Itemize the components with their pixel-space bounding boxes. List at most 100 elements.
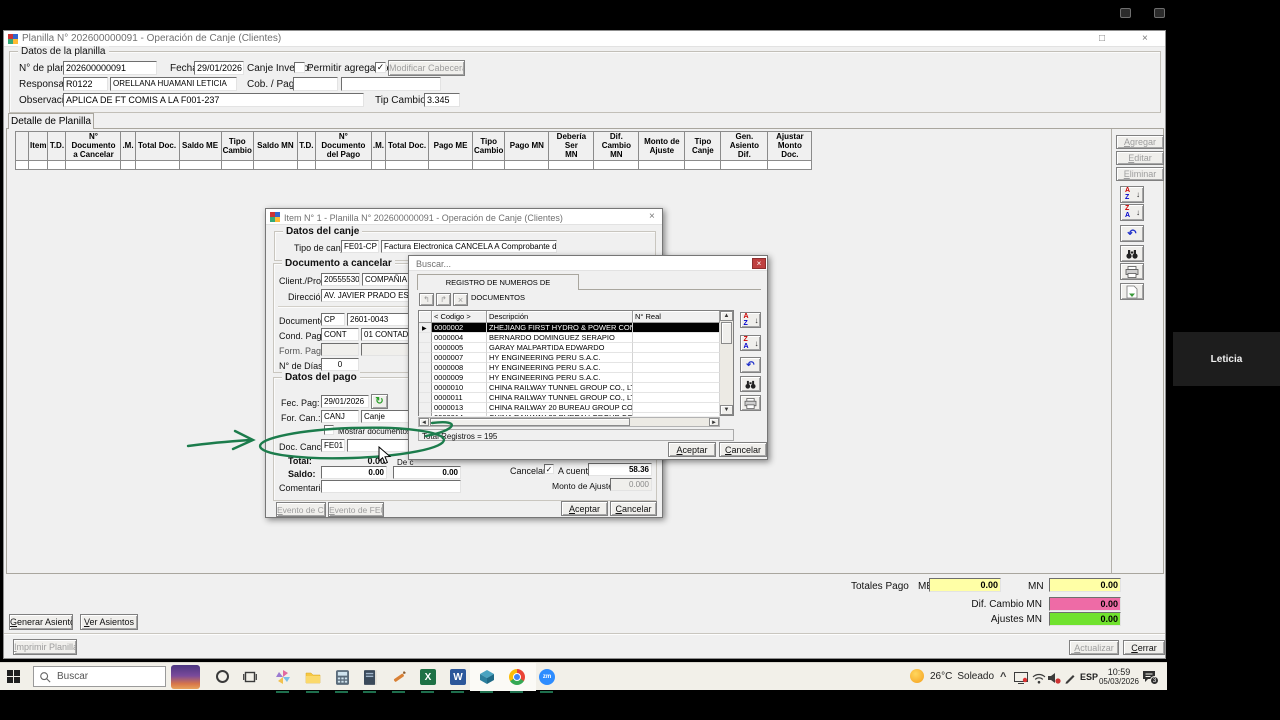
scroll-down-button[interactable]: [720, 405, 733, 415]
taskbar-icon-pinwheel[interactable]: [274, 668, 292, 693]
comentario-input[interactable]: [321, 480, 461, 493]
grid-row[interactable]: 0000013CHINA RAILWAY 20 BUREAU GROUP COR…: [419, 403, 720, 413]
scroll-left-button[interactable]: [419, 418, 429, 426]
observacion-input[interactable]: APLICA DE FT COMIS A LA F001-237: [63, 93, 364, 107]
export-button[interactable]: [1120, 283, 1144, 300]
find-button[interactable]: [740, 376, 761, 392]
sort-descending-button[interactable]: ZA: [1120, 204, 1144, 221]
dias-input[interactable]: 0: [321, 358, 359, 371]
agregar-button[interactable]: Agregar: [1116, 135, 1164, 149]
generar-asientos-button[interactable]: Generar Asientos: [9, 614, 73, 630]
canje-inverso-checkbox[interactable]: [294, 62, 305, 73]
grid-row[interactable]: 0000004 BERNARDO DOMINGUEZ SERAPIO: [419, 333, 720, 343]
responsable-code-input[interactable]: R0122: [63, 77, 108, 91]
taskbar-icon-notebook[interactable]: [361, 668, 379, 693]
vertical-scrollbar[interactable]: [720, 311, 733, 415]
undo-button[interactable]: [1120, 225, 1144, 242]
grid-row[interactable]: 0000014CHINA RAILWAY 20 BUREAU GROUP COR…: [419, 413, 720, 416]
search-cancelar-button[interactable]: Cancelar: [719, 442, 767, 457]
close-icon[interactable]: [1142, 32, 1148, 45]
grid-row[interactable]: 0000008 HY ENGINEERING PERU S.A.C.: [419, 363, 720, 373]
taskbar-icon-word[interactable]: [449, 668, 467, 693]
tipo-canje-input[interactable]: FE01-CP: [341, 240, 379, 253]
start-button[interactable]: [7, 670, 21, 684]
close-icon[interactable]: [752, 258, 766, 269]
sort-ascending-button[interactable]: AZ: [1120, 186, 1144, 203]
grid-row[interactable]: 0000009 HY ENGINEERING PERU S.A.C.: [419, 373, 720, 383]
imprimir-planilla-button[interactable]: Imprimir Planilla: [13, 639, 77, 655]
planilla-input[interactable]: 202600000091: [63, 61, 157, 75]
undo-button[interactable]: [740, 357, 761, 373]
col-descripcion-header[interactable]: Descripción: [487, 311, 633, 323]
search-aceptar-button[interactable]: Aceptar: [668, 442, 716, 457]
documento-tipo-input[interactable]: CP: [321, 313, 345, 326]
notifications-button[interactable]: 3: [1142, 669, 1159, 687]
taskbar-icon-chrome[interactable]: [508, 668, 526, 693]
scroll-thumb[interactable]: [721, 322, 732, 344]
editar-button[interactable]: Editar: [1116, 151, 1164, 165]
fecha-input[interactable]: 29/01/2026: [194, 61, 244, 75]
delete-row-button[interactable]: [453, 293, 468, 306]
cob-pag-input-1[interactable]: [293, 77, 338, 91]
sort-ascending-button[interactable]: AZ: [740, 312, 761, 328]
ver-asientos-button[interactable]: Ver Asientos: [80, 614, 138, 630]
taskbar-icon-file-explorer[interactable]: [304, 668, 322, 693]
cortana-button[interactable]: [216, 670, 229, 683]
responsable-name-input[interactable]: ORELLANA HUAMANI LETICIA: [110, 77, 237, 91]
tip-cambio-input[interactable]: 3.345: [424, 93, 460, 107]
clock[interactable]: 10:59 05/03/2026: [1098, 667, 1140, 687]
sort-descending-button[interactable]: ZA: [740, 335, 761, 351]
scroll-thumb[interactable]: [430, 418, 630, 426]
tab-detalle-planilla[interactable]: Detalle de Planilla: [8, 113, 94, 129]
for-can-code-input[interactable]: CANJ: [321, 410, 359, 423]
horizontal-scrollbar[interactable]: [418, 417, 720, 427]
close-icon[interactable]: [649, 210, 655, 223]
overlay-control-icon-2[interactable]: [1154, 8, 1165, 18]
volume-tray-icon[interactable]: [1047, 671, 1061, 689]
modificar-cabecera-button[interactable]: Modificar Cabecera...: [388, 60, 465, 76]
scroll-up-button[interactable]: [720, 311, 733, 321]
grid-row[interactable]: 0000007 HY ENGINEERING PERU S.A.C.: [419, 353, 720, 363]
client-code-input[interactable]: 205555300: [321, 273, 360, 286]
eliminar-button[interactable]: Eliminar: [1116, 167, 1164, 181]
col-codigo-header[interactable]: < Codigo >: [432, 311, 487, 323]
nav-first-button[interactable]: [419, 293, 434, 306]
actualizar-button[interactable]: Actualizar: [1069, 640, 1119, 655]
item-cancelar-button[interactable]: Cancelar: [610, 501, 657, 516]
grid-row[interactable]: 0000005 GARAY MALPARTIDA EDWARDO: [419, 343, 720, 353]
grid-row[interactable]: 0000011 CHINA RAILWAY TUNNEL GROUP CO., L…: [419, 393, 720, 403]
taskbar-icon-calculator[interactable]: [333, 668, 351, 693]
taskbar-icon-zoom[interactable]: [538, 668, 556, 693]
pen-tray-icon[interactable]: [1064, 671, 1076, 689]
display-tray-icon[interactable]: [1014, 671, 1028, 689]
col-real-header[interactable]: N° Real: [633, 311, 720, 323]
maximize-icon[interactable]: [1099, 32, 1105, 45]
permitir-agregar-checkbox[interactable]: [375, 62, 386, 73]
mostrar-docs-checkbox[interactable]: [324, 425, 334, 435]
item-aceptar-button[interactable]: Aceptar: [561, 501, 608, 516]
taskbar-icon-excel[interactable]: [419, 668, 437, 693]
language-indicator[interactable]: ESP: [1080, 672, 1098, 682]
taskbar-icon-3d-box[interactable]: [478, 668, 496, 693]
wifi-tray-icon[interactable]: [1032, 671, 1046, 689]
doc-cancel-code-input[interactable]: FE01: [321, 439, 345, 452]
taskbar-icon-snipping-tool[interactable]: [390, 668, 408, 693]
task-view-button[interactable]: [243, 670, 257, 689]
nav-last-button[interactable]: [436, 293, 451, 306]
print-button[interactable]: [740, 395, 761, 411]
find-button[interactable]: [1120, 245, 1144, 262]
refresh-date-button[interactable]: [371, 394, 388, 409]
grid-row[interactable]: 0000010 CHINA RAILWAY TUNNEL GROUP CO., L…: [419, 383, 720, 393]
evento-cp-button[interactable]: Evento de CP: [276, 502, 326, 517]
cerrar-button[interactable]: Cerrar: [1123, 640, 1165, 655]
chevron-up-icon[interactable]: [1000, 671, 1006, 683]
overlay-control-icon-1[interactable]: [1120, 8, 1131, 18]
print-button[interactable]: [1120, 263, 1144, 280]
taskbar-search-box[interactable]: Buscar: [33, 666, 166, 687]
cancelar-checkbox[interactable]: [544, 464, 554, 474]
a-cuenta-field[interactable]: 58.36: [588, 463, 652, 476]
tab-registro-documentos[interactable]: REGISTRO DE NUMEROS DE DOCUMENTOS: [417, 274, 579, 302]
scroll-right-button[interactable]: [709, 418, 719, 426]
fec-pag-input[interactable]: 29/01/2026: [321, 395, 369, 408]
cob-pag-input-2[interactable]: [341, 77, 441, 91]
